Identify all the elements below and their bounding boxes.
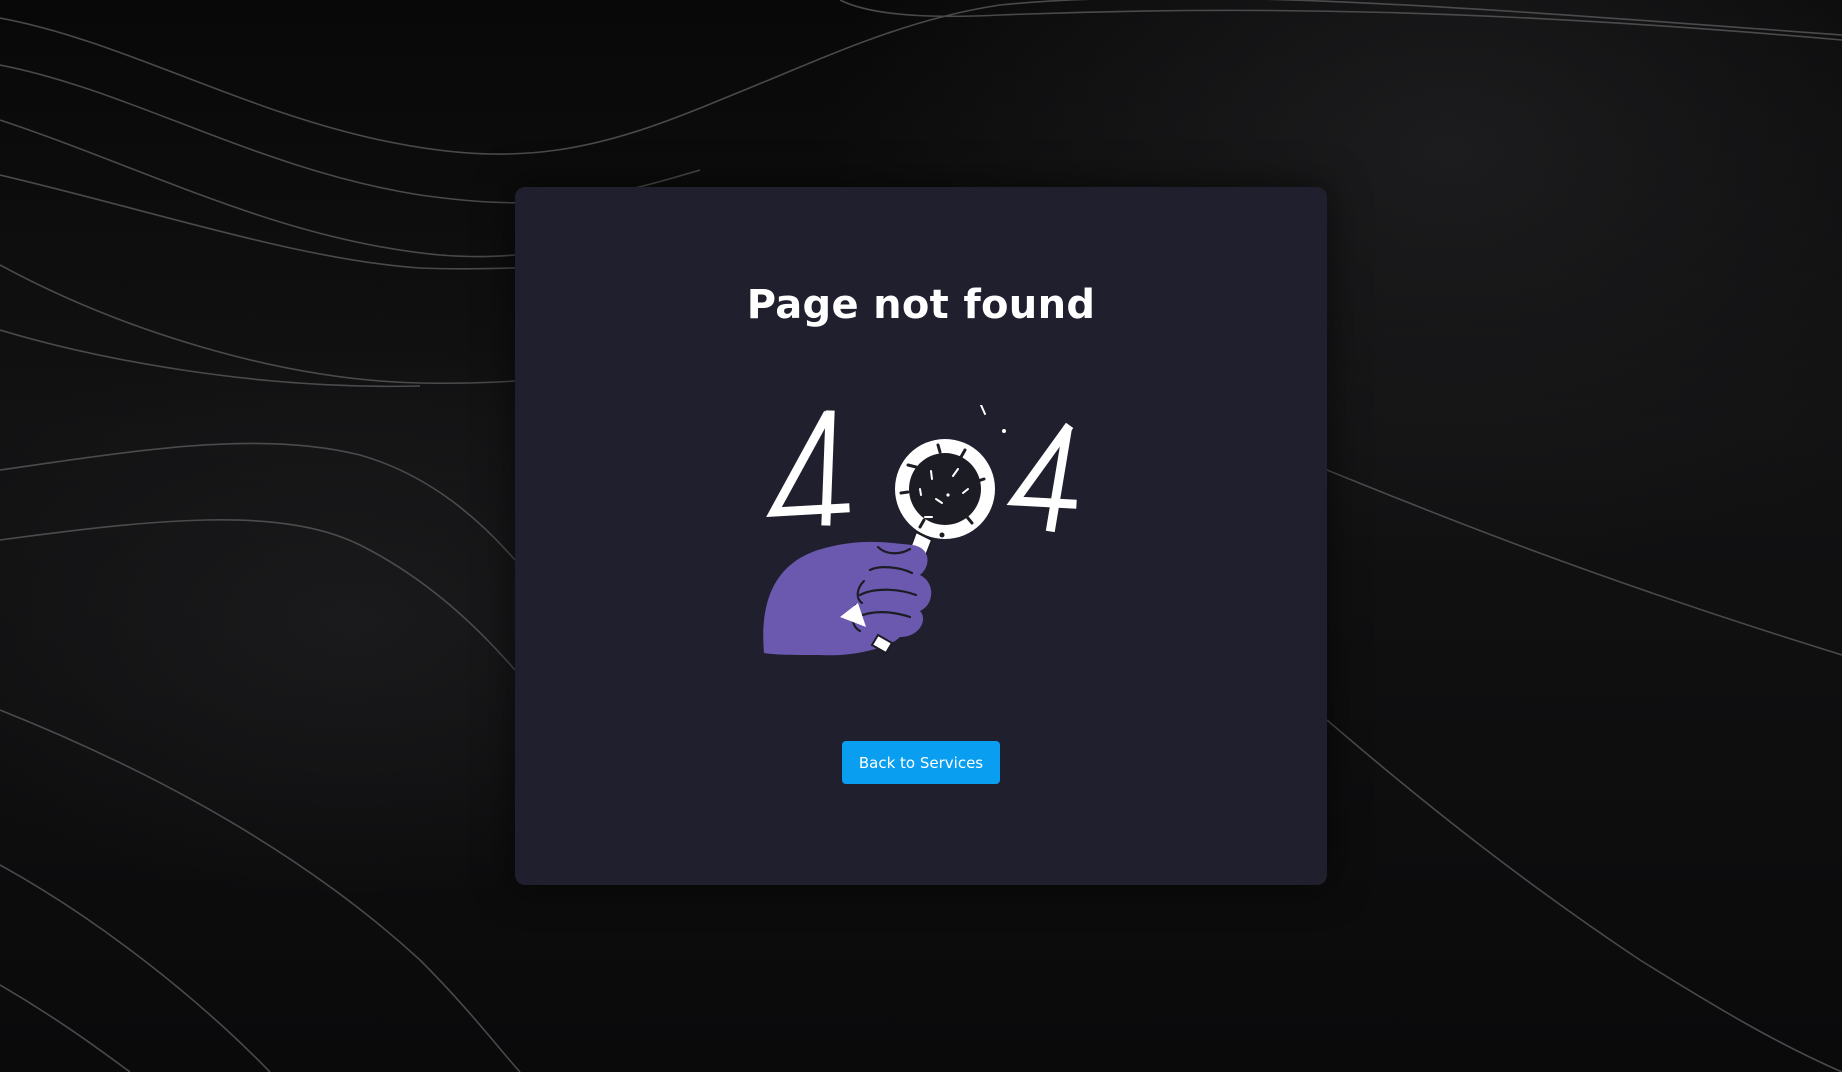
page-background: Page not found Back to Services xyxy=(0,0,1842,1072)
hand-icon xyxy=(763,541,932,656)
page-title: Page not found xyxy=(746,282,1096,328)
digit-four-left-icon xyxy=(766,410,850,526)
not-found-card: Page not found Back to Services xyxy=(515,187,1327,885)
sparkle-icon xyxy=(980,405,986,415)
magnifying-glass-404-illustration xyxy=(763,405,1077,656)
back-to-services-button[interactable]: Back to Services xyxy=(842,741,1000,784)
digit-four-right-icon xyxy=(1006,422,1077,533)
